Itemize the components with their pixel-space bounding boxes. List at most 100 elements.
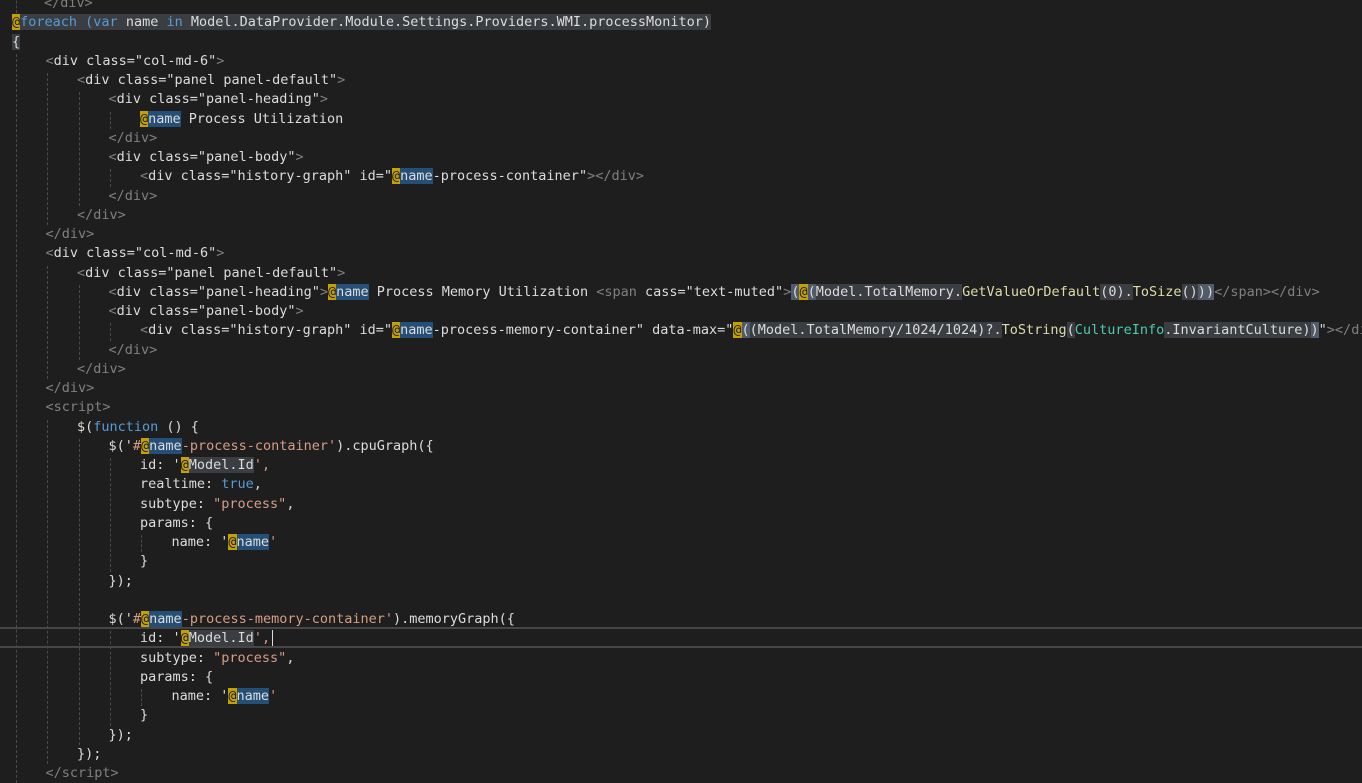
code-token-razor: @ xyxy=(799,283,808,300)
code-line[interactable]: name: '@name' xyxy=(0,687,1362,706)
code-token-varbox: name xyxy=(400,322,433,339)
code-token-tag: div xyxy=(124,129,150,146)
code-token-tag: ></ xyxy=(1326,322,1352,339)
code-token-tagname: div xyxy=(148,322,173,339)
code-token-tag: script xyxy=(61,765,111,781)
code-line[interactable]: </div> xyxy=(0,360,1362,379)
code-line[interactable]: $('#@name-process-container').cpuGraph({ xyxy=(0,437,1362,456)
code-token-tagname: div xyxy=(53,245,79,262)
code-line[interactable]: }); xyxy=(0,726,1362,745)
code-line[interactable]: $(function () { xyxy=(0,418,1362,437)
code-line[interactable]: <div class="panel-heading"> xyxy=(0,90,1362,109)
code-token-plain: Model.DataProvider.Module.Settings.Provi… xyxy=(182,14,712,31)
code-line[interactable]: realtime: true, xyxy=(0,475,1362,494)
code-token-keyword: in xyxy=(166,14,183,31)
code-token-tag: > xyxy=(319,283,328,300)
code-token-plain: $(' xyxy=(108,611,133,627)
code-token-razorhl: (0). xyxy=(1100,283,1133,300)
code-token-tag: </ xyxy=(77,360,94,377)
code-token-yellowparen: ( xyxy=(807,283,816,300)
code-token-plain: params: { xyxy=(140,514,214,531)
code-line[interactable]: <div class="panel-body"> xyxy=(0,148,1362,167)
code-line[interactable]: </div> xyxy=(0,0,1362,13)
code-line[interactable]: </div> xyxy=(0,187,1362,206)
code-token-tag: > xyxy=(337,72,346,88)
code-token-bool: true xyxy=(221,476,254,493)
code-line[interactable]: { xyxy=(0,33,1362,52)
code-token-razor: @ xyxy=(228,688,237,704)
code-line[interactable]: }); xyxy=(0,572,1362,591)
code-token-razorhl: (Model.TotalMemory/1024/1024)?. xyxy=(749,322,1002,339)
code-line[interactable]: @name Process Utilization xyxy=(0,110,1362,129)
code-token-razorhl: () xyxy=(1181,283,1198,300)
code-line[interactable]: subtype: "process", xyxy=(0,649,1362,668)
code-token-text: Process Memory Utilization xyxy=(368,283,597,300)
code-line[interactable]: } xyxy=(0,706,1362,725)
code-token-attr: class="panel panel-default" xyxy=(109,264,338,281)
code-token-tag: > xyxy=(295,303,304,319)
code-token-jsstring: # xyxy=(132,437,142,454)
code-token-attr: class="panel-heading" xyxy=(141,91,320,108)
code-token-attr: cass="text-muted" xyxy=(636,283,784,300)
code-line[interactable]: $('#@name-process-memory-container').mem… xyxy=(0,610,1362,629)
code-line[interactable]: </div> xyxy=(0,206,1362,225)
code-line[interactable]: </div> xyxy=(0,225,1362,244)
code-line[interactable]: subtype: "process", xyxy=(0,495,1362,514)
code-token-tag: < xyxy=(108,91,117,108)
code-token-tag: > xyxy=(216,52,225,69)
code-token-tagname: div xyxy=(53,52,79,69)
code-token-razor: @ xyxy=(180,457,189,473)
code-token-razor: @ xyxy=(141,437,150,454)
code-line[interactable]: } xyxy=(0,552,1362,571)
code-line[interactable]: }); xyxy=(0,745,1362,764)
code-token-tag: > xyxy=(635,168,644,185)
code-line[interactable]: </script> xyxy=(0,764,1362,783)
code-token-tag: </ xyxy=(45,765,62,781)
code-token-razorhl: ( xyxy=(1066,322,1075,339)
code-line[interactable]: <div class="panel-body"> xyxy=(0,302,1362,321)
code-line[interactable]: <script> xyxy=(0,398,1362,417)
code-token-tag: </ xyxy=(45,380,62,396)
code-line[interactable]: params: { xyxy=(0,668,1362,687)
code-line[interactable]: <div class="panel panel-default"> xyxy=(0,264,1362,283)
code-line[interactable]: </div> xyxy=(0,129,1362,148)
code-token-razor: @ xyxy=(327,283,337,300)
code-token-yellowparen: ) xyxy=(1197,283,1206,300)
code-token-plain: } xyxy=(140,707,149,724)
code-line[interactable]: id: '@Model.Id', xyxy=(0,456,1362,475)
code-token-attr: class="history-graph" id=" xyxy=(172,168,392,185)
code-line[interactable]: </div> xyxy=(0,341,1362,360)
code-token-tag: > xyxy=(295,149,304,165)
code-token-yellowparen: ) xyxy=(1205,283,1215,300)
code-token-plain: params: { xyxy=(140,668,214,685)
code-line[interactable]: <div class="col-md-6"> xyxy=(0,244,1362,263)
code-token-jsstring: ' xyxy=(269,688,278,704)
code-token-tag: > xyxy=(102,399,111,416)
code-token-tag: script xyxy=(53,399,103,416)
code-token-tag: div xyxy=(93,206,118,223)
code-token-yellowparen: ( xyxy=(741,322,750,339)
code-line[interactable]: <div class="history-graph" id="@name-pro… xyxy=(0,167,1362,186)
code-line[interactable]: id: '@Model.Id', xyxy=(0,629,1362,648)
code-editor[interactable]: </div> @foreach (var name in Model.DataPr… xyxy=(0,0,1362,783)
code-token-varbox: name xyxy=(148,110,181,127)
code-token-jsstring: -process-container' xyxy=(181,437,337,454)
code-token-tag: < xyxy=(108,149,117,165)
code-token-attr: class="panel-body" xyxy=(141,303,296,319)
code-token-plain: subtype: xyxy=(140,495,214,512)
code-line[interactable]: </div> xyxy=(0,379,1362,398)
code-token-tag: > xyxy=(117,360,126,377)
code-token-method: ToSize xyxy=(1132,283,1182,300)
code-token-plain: }); xyxy=(108,726,133,743)
code-line[interactable]: <div class="panel-heading">@name Process… xyxy=(0,283,1362,302)
code-line[interactable] xyxy=(0,591,1362,610)
code-line[interactable]: params: { xyxy=(0,514,1362,533)
code-line[interactable]: @foreach (var name in Model.DataProvider… xyxy=(0,13,1362,32)
code-token-tag: > xyxy=(149,341,158,358)
code-line[interactable]: <div class="panel panel-default"> xyxy=(0,71,1362,90)
code-line[interactable]: <div class="history-graph" id="@name-pro… xyxy=(0,321,1362,340)
code-token-plain: $( xyxy=(77,418,94,435)
code-line[interactable]: <div class="col-md-6"> xyxy=(0,52,1362,71)
code-token-attr: class="panel panel-default" xyxy=(109,72,338,88)
code-line[interactable]: name: '@name' xyxy=(0,533,1362,552)
